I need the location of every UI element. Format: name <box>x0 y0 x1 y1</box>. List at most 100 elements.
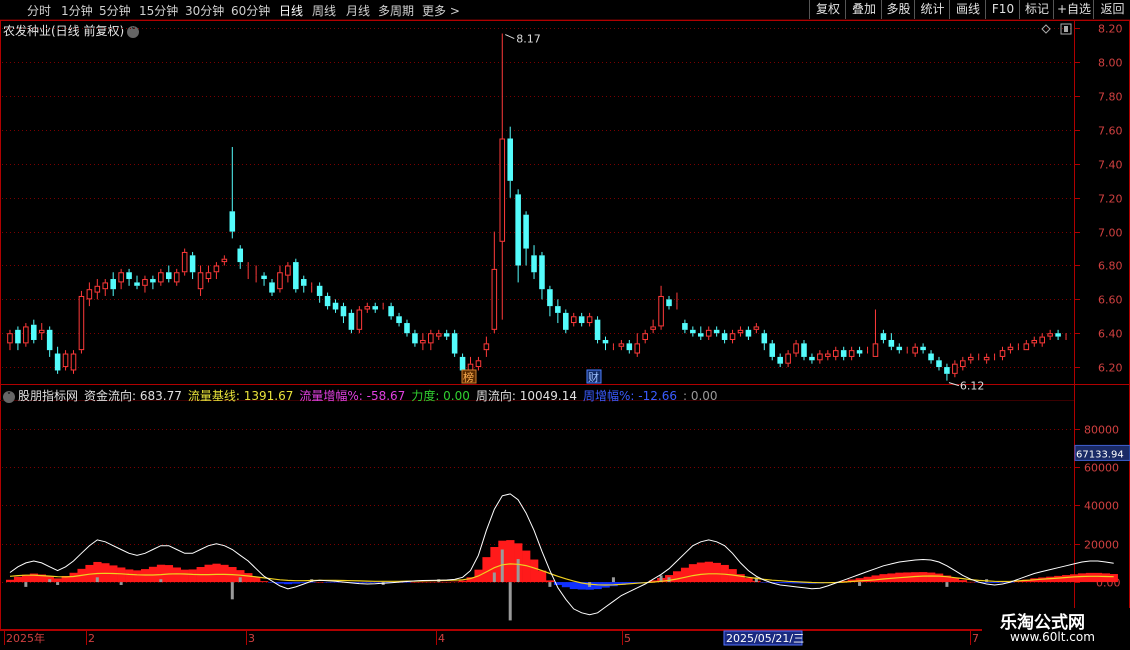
candle <box>856 346 863 357</box>
flow-up-area <box>410 581 420 583</box>
candle <box>697 326 704 340</box>
candle-body <box>356 309 363 330</box>
candle-body <box>507 138 513 181</box>
candle-body <box>443 333 450 337</box>
candle-body <box>38 329 45 334</box>
current-value-label: 67133.94 <box>1076 449 1124 460</box>
flow-up-area <box>545 580 555 583</box>
candle-body <box>364 306 371 310</box>
flow-up-area <box>530 559 539 583</box>
indicator-menu-chevron-icon[interactable]: ˅ <box>3 390 15 403</box>
candle-body <box>213 265 220 273</box>
event-badge-0: 榜 <box>463 370 474 384</box>
candle-body <box>340 306 347 317</box>
candle-body <box>126 272 132 280</box>
candle-body <box>459 356 466 371</box>
candle-body <box>475 360 482 368</box>
candle <box>840 346 847 361</box>
candle <box>435 329 442 340</box>
candle-body <box>110 279 116 290</box>
flow-up-area <box>688 564 698 583</box>
candle-body <box>467 363 474 371</box>
candle <box>515 189 521 283</box>
flow-down-area <box>283 582 293 585</box>
candle-body <box>729 333 736 340</box>
indicator-title: ˅ 股朋指标网 资金流向: 683.77 流量基线: 1391.67 流量增幅%: -5… <box>3 387 724 404</box>
candle-body <box>801 343 807 357</box>
candle <box>896 343 903 354</box>
candle-body <box>1055 333 1061 337</box>
price-tick-label: 7.40 <box>1098 159 1123 172</box>
flow-up-area <box>672 571 682 583</box>
candle-body <box>769 343 776 357</box>
candle-body <box>62 353 69 368</box>
candle <box>817 350 823 364</box>
price-tick-label: 7.60 <box>1098 125 1123 138</box>
candle-body <box>483 343 490 351</box>
indicator-field-3: 力度: 0.00 <box>411 389 470 403</box>
candle <box>1031 336 1038 347</box>
candle <box>54 346 61 374</box>
candle-body <box>983 356 990 361</box>
flow-up-area <box>1085 572 1095 583</box>
candle-body <box>967 356 974 361</box>
candle <box>491 231 498 334</box>
candle-body <box>396 316 402 324</box>
candle <box>920 343 926 354</box>
candle-body <box>118 272 124 283</box>
flow-down-area <box>998 582 1007 583</box>
candle <box>825 350 831 361</box>
candle-body <box>404 323 410 334</box>
candle <box>324 292 331 310</box>
flow-up-area <box>315 581 324 583</box>
candle-body <box>181 251 188 273</box>
flow-up-area <box>919 572 928 583</box>
candle <box>475 356 482 371</box>
fund-flow-line <box>9 493 1114 616</box>
kline-chart[interactable]: 8.20 8.00 7.80 7.60 7.40 7.20 7.00 6.80 6.60 6.40… <box>0 0 1130 650</box>
flow-up-area <box>506 540 515 583</box>
candle <box>936 356 942 371</box>
candle-body <box>880 333 887 340</box>
candle <box>848 346 855 361</box>
candle <box>443 329 450 340</box>
candle <box>70 350 77 374</box>
candle-body <box>785 353 791 364</box>
candle <box>165 265 172 283</box>
candle <box>38 323 45 340</box>
volume-bar <box>56 582 60 585</box>
flow-up-area <box>220 564 229 583</box>
candle <box>78 290 85 354</box>
candle-body <box>713 329 720 334</box>
candle-body <box>682 323 688 330</box>
flow-up-area <box>244 573 253 583</box>
candle-body <box>602 339 609 344</box>
flow-up-area <box>125 569 134 583</box>
candle <box>983 353 990 364</box>
candle <box>46 326 53 357</box>
flow-up-area <box>1070 574 1079 583</box>
price-tick-label: 7.20 <box>1098 193 1123 206</box>
candle-body <box>412 333 418 344</box>
flow-up-area <box>6 579 15 583</box>
candle-body <box>896 346 903 351</box>
indicator-name[interactable]: 股朋指标网 <box>18 389 78 403</box>
candle <box>578 312 585 327</box>
date-label-4: 5 <box>624 632 631 645</box>
candle-body <box>618 343 625 347</box>
candle <box>205 265 212 283</box>
candle-body <box>428 333 434 344</box>
candle <box>420 333 426 351</box>
candle <box>912 343 918 357</box>
volume-bar <box>858 582 862 586</box>
flow-up-area <box>879 574 888 583</box>
price-tick-label: 6.80 <box>1098 260 1123 273</box>
candle-body <box>300 279 307 286</box>
candle-body <box>237 248 244 263</box>
flow-down-area <box>784 582 793 584</box>
candle <box>261 272 267 286</box>
flow-down-area <box>291 582 301 584</box>
flow-down-area <box>593 582 602 590</box>
volume-bar <box>238 577 242 583</box>
crosshair-date-label: 2025/05/21/三 <box>726 632 804 645</box>
